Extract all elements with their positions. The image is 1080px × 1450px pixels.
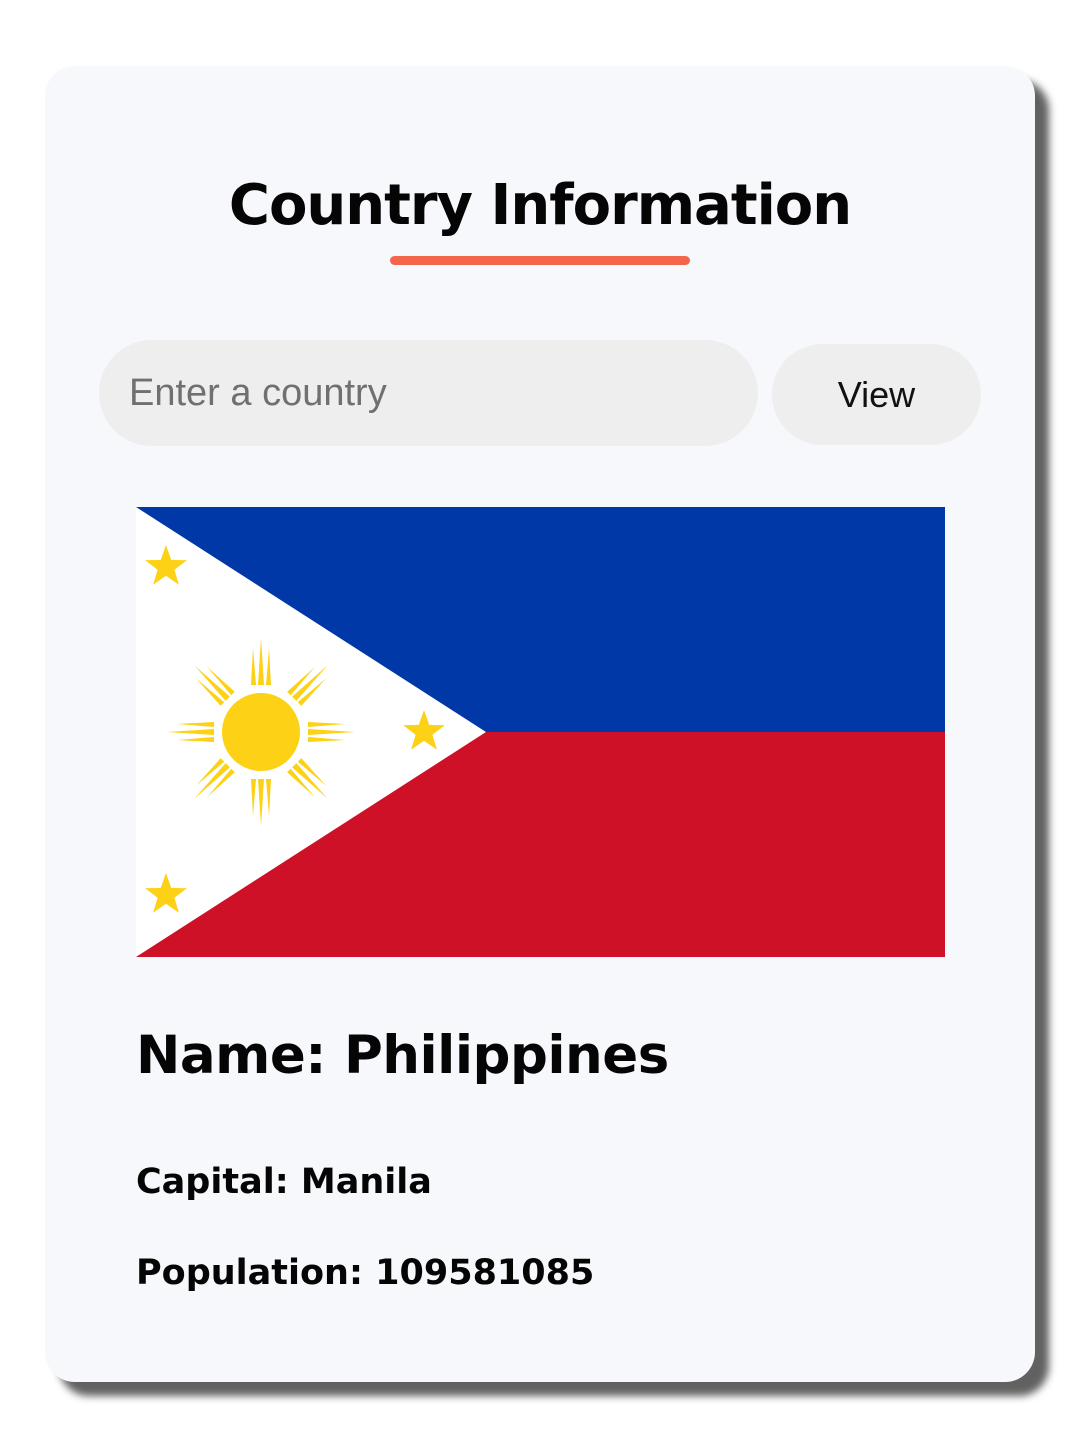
page-title: Country Information <box>228 173 852 238</box>
country-name: Name: Philippines <box>136 1025 669 1086</box>
country-search-input[interactable] <box>99 340 758 446</box>
title-underline <box>390 256 690 265</box>
country-flag-image <box>136 507 945 957</box>
flag-sun-icon <box>167 638 355 826</box>
country-population: Population: 109581085 <box>136 1253 595 1293</box>
country-capital: Capital: Manila <box>136 1162 432 1202</box>
view-button[interactable]: View <box>772 344 981 445</box>
